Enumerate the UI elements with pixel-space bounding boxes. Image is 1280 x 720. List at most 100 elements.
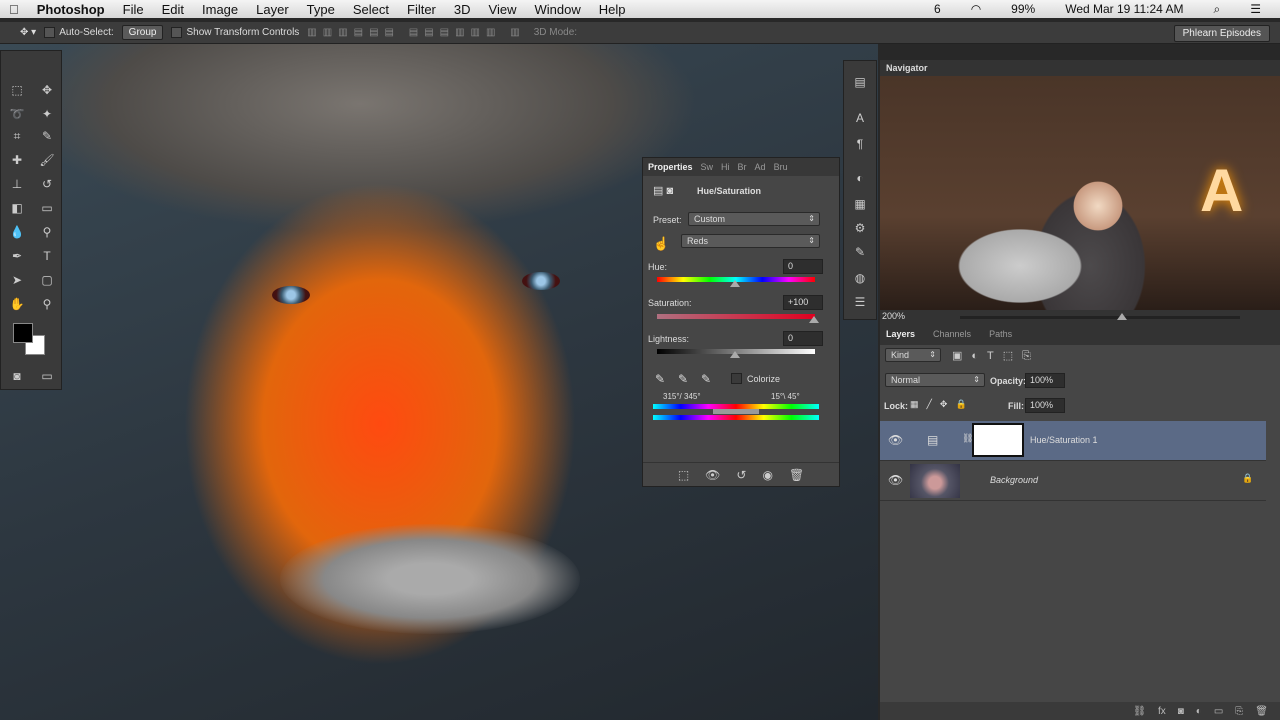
battery-percent[interactable]: 99% [1002, 2, 1044, 16]
tab-brush[interactable]: Br [738, 162, 747, 172]
foreground-color-swatch[interactable] [13, 323, 33, 343]
range-slider[interactable] [713, 409, 759, 414]
workspace-select[interactable]: Phlearn Episodes [1173, 25, 1270, 42]
brush-panel-icon[interactable]: ✎ [850, 243, 870, 261]
character-icon[interactable]: A [850, 109, 870, 127]
history-brush-icon[interactable]: ↺ [37, 175, 57, 193]
eyedropper-icon[interactable]: ✎ [655, 372, 665, 386]
opacity-input[interactable]: 100% [1025, 373, 1065, 388]
styles-icon[interactable]: ⚙ [850, 219, 870, 237]
new-group-icon[interactable]: ▭ [1214, 706, 1223, 717]
lightness-input[interactable]: 0 [783, 331, 823, 346]
menu-3d[interactable]: 3D [445, 2, 480, 17]
navigator-zoom-thumb[interactable] [1117, 313, 1127, 320]
navigator-zoom-slider[interactable] [960, 316, 1240, 319]
saturation-thumb[interactable] [809, 316, 819, 323]
color-icon[interactable]: ◍ [850, 269, 870, 287]
tab-layers[interactable]: Layers [886, 329, 915, 341]
menu-image[interactable]: Image [193, 2, 247, 17]
healing-icon[interactable]: ✚ [7, 151, 27, 169]
blend-mode-select[interactable]: Normal [885, 373, 985, 387]
type-tool-icon[interactable]: T [37, 247, 57, 265]
lock-icons[interactable]: ▦╱✥🔒 [910, 399, 975, 410]
targeted-adjustment-icon[interactable]: ☝ [653, 236, 669, 252]
quick-select-icon[interactable]: ✦ [37, 105, 57, 123]
brush-icon[interactable]: 🖌 [37, 151, 57, 169]
move-tool-icon[interactable]: ✥ [37, 81, 57, 99]
tab-history[interactable]: Hi [721, 162, 730, 172]
zoom-icon[interactable]: ⚲ [37, 295, 57, 313]
transform-checkbox[interactable] [171, 26, 183, 38]
saturation-input[interactable]: +100 [783, 295, 823, 310]
preset-select[interactable]: Custom [688, 212, 820, 226]
colorize-checkbox[interactable] [731, 373, 742, 384]
align-icons[interactable]: ▥▥▥▤▤▤ ▤▤▤▥▥▥ ▥ [307, 27, 525, 38]
eyedropper-add-icon[interactable]: ✎ [678, 372, 688, 386]
clock[interactable]: Wed Mar 19 11:24 AM [1056, 2, 1192, 16]
quick-mask-icon[interactable]: ◙ [7, 367, 27, 385]
blur-icon[interactable]: 💧 [7, 223, 27, 241]
menu-view[interactable]: View [480, 2, 526, 17]
status-badge[interactable]: 6 [925, 2, 950, 16]
tab-paths[interactable]: Paths [989, 329, 1012, 341]
adjustments-icon[interactable]: ◐ [850, 169, 870, 187]
new-adjustment-icon[interactable]: ◐ [1196, 706, 1202, 717]
swatches-icon[interactable]: ▦ [850, 195, 870, 213]
search-icon[interactable]: ⌕ [1205, 2, 1230, 17]
pen-icon[interactable]: ✒ [7, 247, 27, 265]
list-icon[interactable]: ☰ [1241, 2, 1270, 16]
reset-icon[interactable]: ↺ [736, 468, 746, 482]
tab-channels[interactable]: Channels [933, 329, 971, 341]
layer-row[interactable]: 👁 Background 🔒 [880, 461, 1266, 501]
menu-select[interactable]: Select [344, 2, 398, 17]
menu-window[interactable]: Window [525, 2, 589, 17]
layer-mask-thumbnail[interactable] [972, 423, 1024, 457]
apple-icon[interactable]:  [0, 2, 28, 17]
menu-filter[interactable]: Filter [398, 2, 445, 17]
wifi-icon[interactable]: ◠ [962, 2, 990, 16]
filter-icons[interactable]: ▣◐T⬚⎘ [952, 349, 1040, 363]
crop-tool-icon[interactable]: ⌗ [7, 127, 27, 145]
visibility-eye-icon[interactable]: 👁 [888, 433, 903, 447]
tab-properties[interactable]: Properties [648, 162, 693, 172]
saturation-slider[interactable] [657, 314, 815, 319]
menu-edit[interactable]: Edit [153, 2, 193, 17]
fx-icon[interactable]: fx [1158, 706, 1166, 717]
clip-to-layer-icon[interactable]: ⬚ [678, 468, 689, 482]
navigator-preview[interactable]: A [880, 76, 1280, 310]
link-layers-icon[interactable]: ⛓ [1133, 706, 1146, 717]
delete-layer-icon[interactable]: 🗑 [1255, 706, 1268, 717]
tab-adjustments[interactable]: Ad [755, 162, 766, 172]
navigator-zoom[interactable]: 200% [882, 311, 905, 321]
auto-select-checkbox[interactable] [44, 26, 56, 38]
eyedropper-icon[interactable]: ✎ [37, 127, 57, 145]
dodge-icon[interactable]: ⚲ [37, 223, 57, 241]
screen-mode-icon[interactable]: ▭ [37, 367, 57, 385]
move-tool-icon[interactable]: ✥ ▾ [20, 27, 36, 38]
visibility-eye-icon[interactable]: 👁 [888, 473, 903, 487]
add-mask-icon[interactable]: ◙ [1178, 706, 1184, 717]
hue-input[interactable]: 0 [783, 259, 823, 274]
visibility-icon[interactable]: ◉ [762, 468, 772, 482]
layer-name[interactable]: Hue/Saturation 1 [1030, 435, 1098, 445]
menu-app[interactable]: Photoshop [28, 2, 114, 17]
eyedropper-subtract-icon[interactable]: ✎ [701, 372, 711, 386]
lasso-tool-icon[interactable]: ➰ [7, 105, 27, 123]
paragraph-icon[interactable]: ¶ [850, 135, 870, 153]
layer-name[interactable]: Background [990, 475, 1038, 485]
new-layer-icon[interactable]: ⎘ [1235, 706, 1243, 717]
marquee-tool-icon[interactable]: ⬚ [7, 81, 27, 99]
hand-icon[interactable]: ✋ [7, 295, 27, 313]
tab-swatches[interactable]: Sw [701, 162, 714, 172]
eraser-icon[interactable]: ◧ [7, 199, 27, 217]
sliders-icon[interactable]: ☰ [850, 293, 870, 311]
stamp-icon[interactable]: ⊥ [7, 175, 27, 193]
hue-thumb[interactable] [730, 280, 740, 287]
path-select-icon[interactable]: ➤ [7, 271, 27, 289]
trash-icon[interactable]: 🗑 [789, 468, 804, 482]
menu-help[interactable]: Help [590, 2, 635, 17]
view-previous-icon[interactable]: 👁 [705, 468, 720, 482]
filter-kind-select[interactable]: Kind [885, 348, 941, 362]
gradient-icon[interactable]: ▭ [37, 199, 57, 217]
group-select[interactable]: Group [121, 25, 164, 40]
